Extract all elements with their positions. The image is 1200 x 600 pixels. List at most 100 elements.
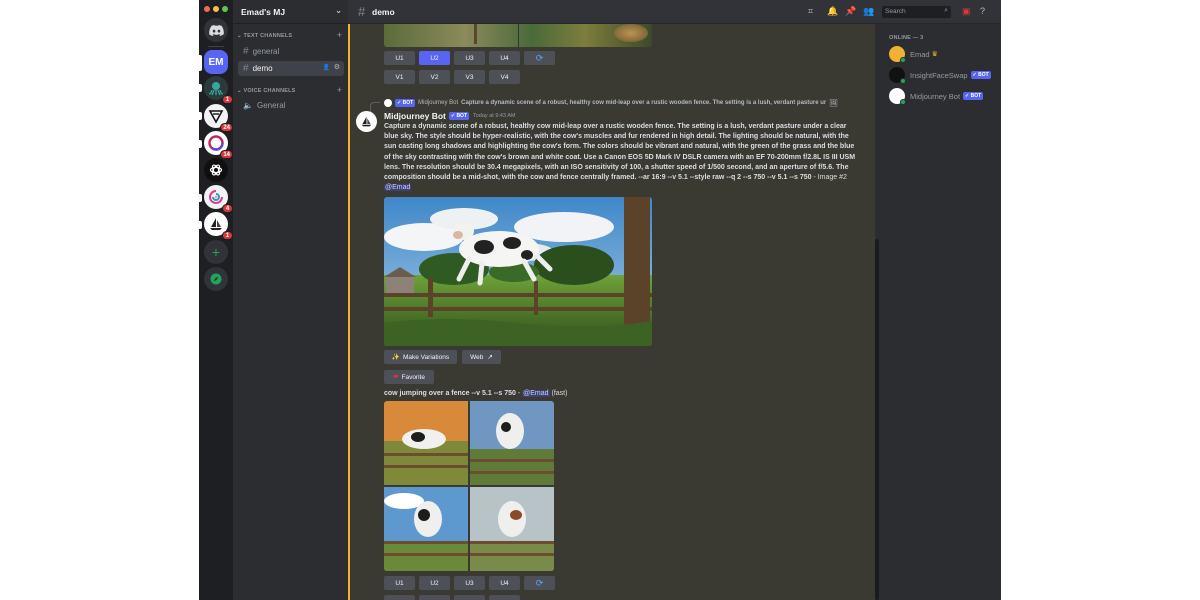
unread-pill [199,112,202,120]
hashtag-icon: # [243,63,249,74]
crown-icon: ♛ [931,51,938,58]
upscale-button-1[interactable]: U1 [384,51,415,65]
online-status [900,57,906,63]
swirl-logo-icon [209,190,223,204]
channel-item-demo[interactable]: # demo 👤 ⚙ [238,61,344,76]
variation-button-3[interactable] [454,595,485,600]
explore-servers-button[interactable] [204,267,228,291]
upscale-button-3[interactable]: U3 [454,576,485,590]
threads-icon[interactable]: ⌗ [808,6,813,17]
window-controls [204,6,228,12]
member-midjourney-bot[interactable]: Midjourney Bot ✓ BOT [889,88,984,105]
message-author[interactable]: Midjourney Bot [384,111,446,121]
upscale-button-3[interactable]: U3 [454,51,485,65]
server-rail: EM 1 24 14 4 1 + [199,0,233,600]
pin-icon[interactable]: 📌 [845,6,856,17]
variation-button-3[interactable]: V3 [454,70,485,84]
server-ring[interactable]: 14 [204,131,233,159]
upscaled-cow-image[interactable] [384,197,652,346]
make-variations-button[interactable]: ✨ Make Variations [384,350,457,364]
search-input[interactable]: Search ⌕ [882,6,951,18]
category-voice-channels[interactable]: ⌄ VOICE CHANNELS [237,88,296,94]
midjourney-avatar[interactable] [356,111,377,132]
category-text-channels[interactable]: ⌄ TEXT CHANNELS [237,33,292,39]
discord-home-button[interactable] [204,18,228,42]
bot-tag: ✓ BOT [970,71,991,79]
search-icon: ⌕ [944,7,948,14]
server-openai[interactable] [204,158,228,182]
image-grid[interactable] [384,401,554,571]
server-tentacle-badge: 1 [222,95,233,104]
close-window-button[interactable] [204,6,210,12]
image-number: - Image #2 [811,174,847,182]
variation-button-1[interactable]: V1 [384,70,415,84]
upscale-button-4[interactable]: U4 [489,576,520,590]
inbox-icon[interactable]: ▣ [962,6,971,17]
channel-item-general[interactable]: # general [238,44,344,59]
upscale-button-1[interactable]: U1 [384,576,415,590]
reroll-button[interactable]: ⟳ [524,51,555,65]
zoom-window-button[interactable] [222,6,228,12]
second-prompt: cow jumping over a fence --v 5.1 --s 750 [384,390,516,397]
voice-channel-general[interactable]: 🔈 General [238,98,344,113]
reply-preview[interactable]: ✓ BOT Midjourney Bot Capture a dynamic s… [384,98,864,108]
server-tentacle[interactable]: 1 [204,76,233,104]
help-icon[interactable]: ? [980,6,985,16]
channel-header: # demo ⌗ 🔔 📌 👥 Search ⌕ ▣ ? [348,0,1001,24]
category-text-label: TEXT CHANNELS [243,33,293,39]
button-label: U4 [500,54,509,62]
image-icon: 🖼 [829,100,839,107]
variation-button-4[interactable] [489,595,520,600]
variation-button-2[interactable]: V2 [419,70,450,84]
add-text-channel-button[interactable]: + [337,30,342,40]
member-list-icon[interactable]: 👥 [863,6,874,17]
reply-bot-tag: ✓ BOT [395,99,416,107]
sparkle-icon: ✨ [391,354,400,361]
sailboat-icon [361,116,372,127]
generation-mode: (fast) [551,390,568,397]
upscale-button-4[interactable]: U4 [489,51,520,65]
avatar [889,67,906,84]
member-list-heading: ONLINE — 3 [889,35,924,41]
variation-button-2[interactable] [419,595,450,600]
button-label: V1 [395,73,404,81]
bell-icon[interactable]: 🔔 [827,6,838,17]
favorite-button[interactable]: ❤ Favorite [384,370,434,384]
web-link-button[interactable]: Web ↗ [462,350,501,364]
upscale-button-2[interactable]: U2 [419,51,450,65]
unread-pill [199,140,202,148]
member-emad[interactable]: Emad ♛ [889,46,938,63]
minimize-window-button[interactable] [213,6,219,12]
reroll-button[interactable]: ⟳ [524,576,555,590]
refresh-icon: ⟳ [535,577,544,588]
server-name: Emad's MJ [241,7,286,17]
invite-icon[interactable]: 👤 [323,64,330,71]
member-insightfaceswap[interactable]: InsightFaceSwap ✓ BOT [889,67,991,84]
add-server-button[interactable]: + [204,240,228,264]
button-label: Favorite [401,373,425,381]
channel-label: demo [252,64,273,73]
server-swirl[interactable]: 4 [204,185,233,213]
previous-image-grid[interactable] [384,22,652,47]
upscale-button-2[interactable]: U2 [419,576,450,590]
server-boat[interactable]: 1 [204,212,233,240]
channel-label: General [256,101,286,110]
button-label: U1 [395,54,404,62]
unread-pill [199,84,202,92]
prompt-text: Capture a dynamic scene of a robust, hea… [384,123,856,182]
variation-button-1[interactable] [384,595,415,600]
user-mention[interactable]: @Emad [522,390,550,397]
search-placeholder: Search [885,8,906,15]
server-emad-mj[interactable]: EM [204,50,228,74]
add-voice-channel-button[interactable]: + [337,85,342,95]
reply-avatar [384,99,392,107]
channel-title: demo [372,7,395,17]
server-header[interactable]: Emad's MJ ⌄ [233,0,348,24]
gear-icon[interactable]: ⚙ [334,63,340,71]
discord-logo-icon [208,24,224,36]
message-header: Midjourney Bot ✓ BOT Today at 9:43 AM [384,111,516,121]
variation-button-4[interactable]: V4 [489,70,520,84]
server-emad-mj-label: EM [208,56,224,68]
server-triangle[interactable]: 24 [204,104,233,132]
user-mention[interactable]: @Emad [384,184,412,192]
